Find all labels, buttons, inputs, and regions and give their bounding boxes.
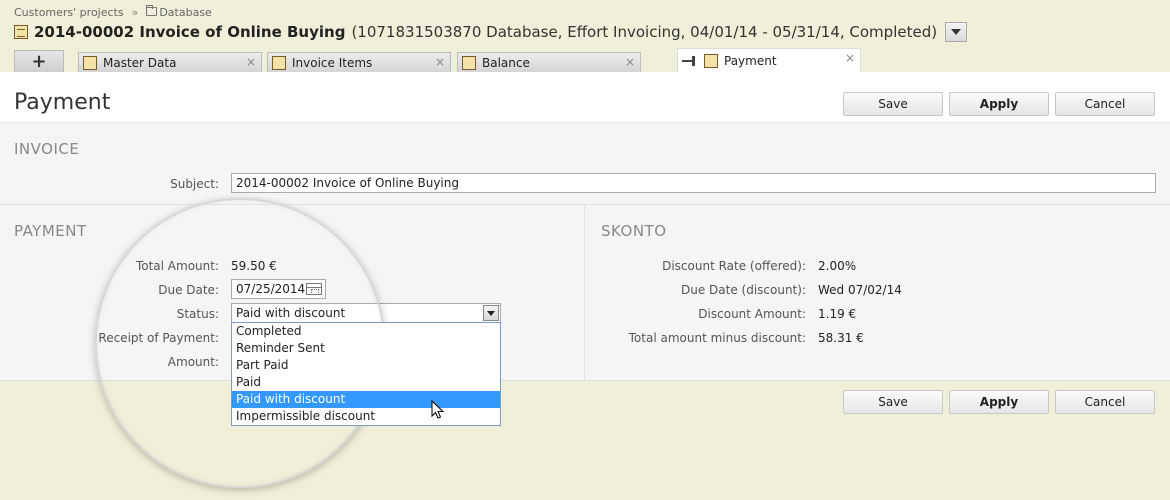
- page-title-main: 2014-00002 Invoice of Online Buying: [34, 23, 346, 41]
- invoice-items-icon: [272, 55, 286, 70]
- invoice-icon: [14, 25, 28, 39]
- status-label: Status:: [176, 307, 219, 321]
- folder-icon: [146, 5, 158, 16]
- discount-rate-value: 2.00%: [818, 259, 857, 273]
- cancel-button[interactable]: Cancel: [1055, 92, 1155, 116]
- status-option-paid-with-discount[interactable]: Paid with discount: [232, 391, 500, 408]
- mouse-pointer-icon: [431, 400, 445, 419]
- breadcrumb-current[interactable]: Database: [146, 5, 212, 19]
- chevron-down-icon: [951, 29, 962, 35]
- tab-master-data[interactable]: Master Data ×: [78, 52, 262, 72]
- dropdown-arrow-icon[interactable]: [483, 305, 499, 321]
- pin-icon[interactable]: [682, 55, 698, 66]
- subject-input[interactable]: 2014-00002 Invoice of Online Buying: [231, 173, 1156, 193]
- payment-section-title: PAYMENT: [14, 222, 87, 240]
- title-row: 2014-00002 Invoice of Online Buying (107…: [14, 22, 968, 42]
- tab-label: Invoice Items: [292, 55, 373, 70]
- status-dropdown-list: Completed Reminder Sent Part Paid Paid P…: [231, 322, 501, 426]
- page-title: Payment: [14, 90, 111, 115]
- tab-invoice-items[interactable]: Invoice Items ×: [267, 52, 451, 72]
- breadcrumb-root[interactable]: Customers' projects: [14, 6, 124, 19]
- amount-label: Amount:: [167, 355, 219, 369]
- discount-due-date-label: Due Date (discount):: [680, 283, 806, 297]
- status-option-part-paid[interactable]: Part Paid: [232, 357, 500, 374]
- apply-button-bottom[interactable]: Apply: [949, 390, 1049, 414]
- skonto-section-title: SKONTO: [601, 222, 667, 240]
- status-option-reminder-sent[interactable]: Reminder Sent: [232, 340, 500, 357]
- close-icon[interactable]: ×: [625, 55, 635, 69]
- total-minus-discount-value: 58.31 €: [818, 331, 864, 345]
- invoice-icon: [83, 55, 97, 70]
- section-divider: [584, 205, 585, 380]
- close-icon[interactable]: ×: [845, 51, 855, 65]
- close-icon[interactable]: ×: [435, 55, 445, 69]
- discount-rate-label: Discount Rate (offered):: [662, 259, 806, 273]
- content-panel: Payment Save Apply Cancel INVOICE Subjec…: [0, 72, 1170, 500]
- due-date-value: 07/25/2014: [236, 282, 306, 296]
- close-icon[interactable]: ×: [246, 55, 256, 69]
- save-button[interactable]: Save: [843, 92, 943, 116]
- footer-area: Save Apply Cancel: [0, 380, 1170, 500]
- discount-amount-label: Discount Amount:: [698, 307, 806, 321]
- apply-button[interactable]: Apply: [949, 92, 1049, 116]
- cancel-button-bottom[interactable]: Cancel: [1055, 390, 1155, 414]
- page-title-details: (1071831503870 Database, Effort Invoicin…: [351, 23, 938, 41]
- discount-amount-value: 1.19 €: [818, 307, 857, 321]
- subject-label: Subject:: [170, 177, 219, 191]
- total-amount-label: Total Amount:: [135, 259, 219, 273]
- due-date-input[interactable]: 07/25/2014: [231, 279, 326, 299]
- breadcrumb-separator: »: [131, 6, 139, 19]
- discount-due-date-value: Wed 07/02/14: [818, 283, 902, 297]
- status-option-paid[interactable]: Paid: [232, 374, 500, 391]
- calendar-icon[interactable]: [306, 283, 322, 295]
- total-amount-value: 59.50 €: [231, 259, 277, 273]
- title-dropdown-button[interactable]: [945, 22, 968, 42]
- add-tab-button[interactable]: +: [14, 50, 64, 72]
- tab-payment[interactable]: Payment ×: [677, 48, 861, 72]
- payment-section: PAYMENT Total Amount: 59.50 € Due Date: …: [0, 204, 1170, 380]
- tab-label: Balance: [482, 55, 530, 70]
- receipt-of-payment-label: Receipt of Payment:: [98, 331, 219, 345]
- total-minus-discount-label: Total amount minus discount:: [628, 331, 806, 345]
- tab-bar: + Master Data × Invoice Items × Balance …: [0, 48, 1170, 72]
- chevron-down-icon: [487, 310, 495, 316]
- status-option-completed[interactable]: Completed: [232, 323, 500, 340]
- status-option-impermissible-discount[interactable]: Impermissible discount: [232, 408, 500, 425]
- status-select-value: Paid with discount: [236, 306, 346, 320]
- tab-label: Payment: [724, 53, 777, 68]
- balance-icon: [462, 55, 476, 70]
- header: Customers' projects » Database 2014-0000…: [0, 0, 1170, 72]
- due-date-label: Due Date:: [158, 283, 219, 297]
- save-button-bottom[interactable]: Save: [843, 390, 943, 414]
- invoice-section-title: INVOICE: [14, 140, 80, 158]
- payment-icon: [704, 53, 718, 68]
- status-select[interactable]: Paid with discount: [231, 303, 501, 323]
- breadcrumb: Customers' projects » Database: [14, 5, 212, 19]
- tab-label: Master Data: [103, 55, 177, 70]
- tab-balance[interactable]: Balance ×: [457, 52, 641, 72]
- invoice-section: INVOICE Subject: 2014-00002 Invoice of O…: [0, 122, 1170, 204]
